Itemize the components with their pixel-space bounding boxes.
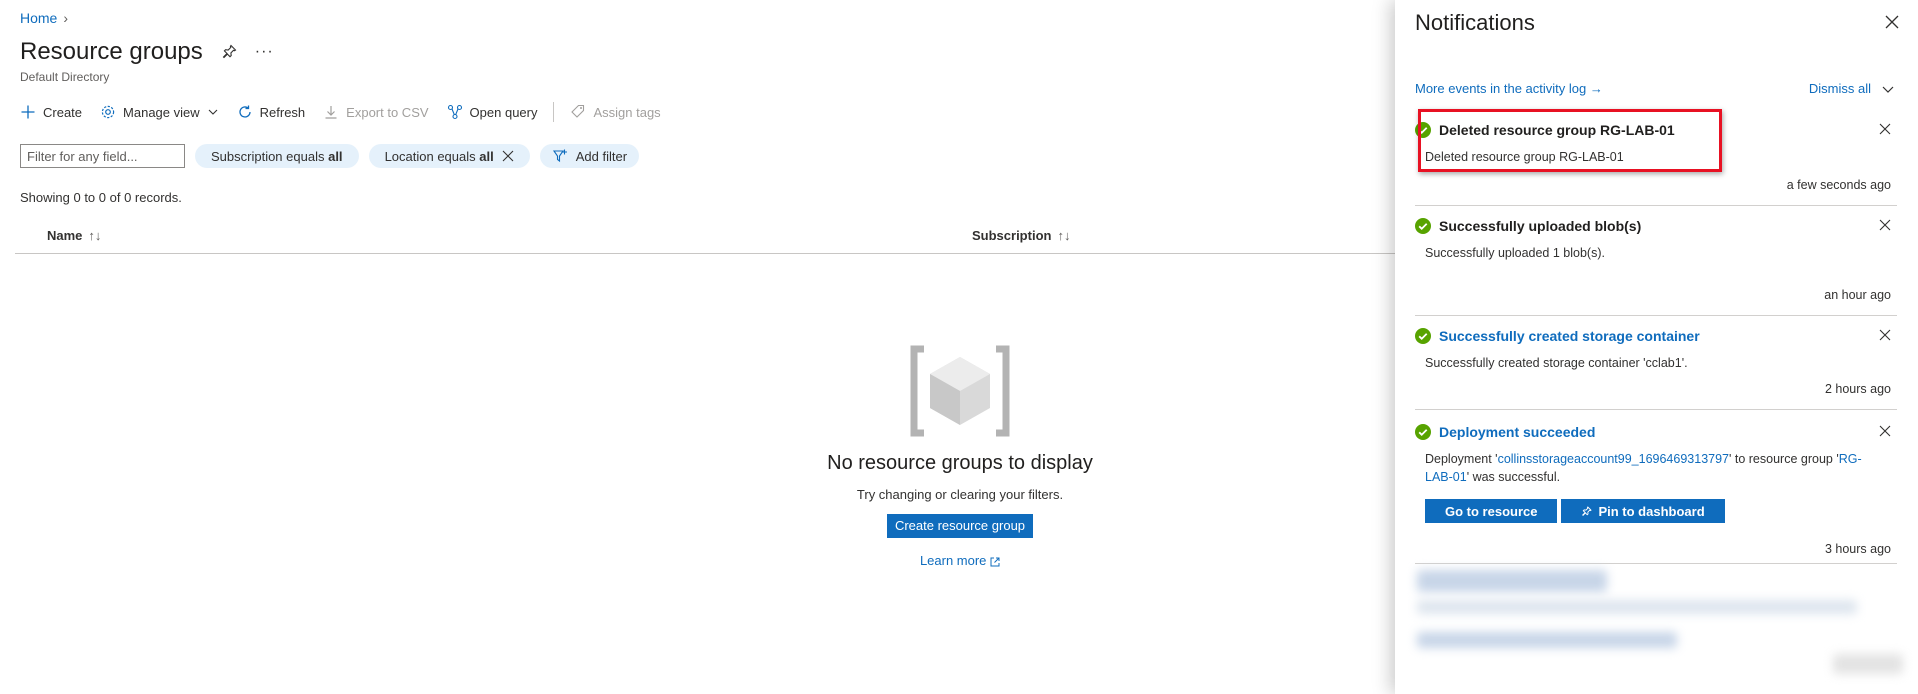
gear-icon xyxy=(101,105,115,119)
pin-icon xyxy=(1582,505,1593,516)
page-subtitle: Default Directory xyxy=(20,70,110,84)
close-icon[interactable] xyxy=(1885,15,1899,29)
records-count: Showing 0 to 0 of 0 records. xyxy=(20,190,182,205)
assign-tags-button[interactable]: Assign tags xyxy=(570,104,661,120)
learn-more-link[interactable]: Learn more xyxy=(760,553,1160,568)
success-check-icon xyxy=(1415,218,1431,234)
create-label: Create xyxy=(43,104,83,120)
breadcrumb-separator: › xyxy=(63,10,69,26)
manage-view-button[interactable]: Manage view xyxy=(100,104,219,120)
page-title: Resource groups xyxy=(20,38,203,65)
more-options-icon[interactable]: ··· xyxy=(255,43,274,61)
subscription-filter-label: Subscription equals all xyxy=(211,148,343,164)
go-to-resource-button[interactable]: Go to resource xyxy=(1425,499,1558,523)
chevron-down-icon xyxy=(208,109,218,115)
deployment-link[interactable]: collinsstorageaccount99_1696469313797 xyxy=(1498,452,1729,466)
close-icon[interactable] xyxy=(1879,123,1891,135)
success-check-icon xyxy=(1415,122,1431,138)
notification-item: Deployment succeeded Deployment 'collins… xyxy=(1415,424,1897,564)
export-csv-button[interactable]: Export to CSV xyxy=(323,104,429,120)
external-link-icon xyxy=(990,557,1000,567)
open-query-button[interactable]: Open query xyxy=(447,104,538,120)
notification-time: 3 hours ago xyxy=(1824,542,1891,556)
notification-item: Deleted resource group RG-LAB-01 Deleted… xyxy=(1415,122,1897,206)
notification-description: Successfully uploaded 1 blob(s). xyxy=(1425,246,1605,260)
activity-log-link[interactable]: More events in the activity log → xyxy=(1415,81,1603,96)
download-icon xyxy=(325,106,337,119)
notifications-title: Notifications xyxy=(1415,10,1535,35)
notification-title[interactable]: Deployment succeeded xyxy=(1415,424,1595,440)
empty-state-title: No resource groups to display xyxy=(827,452,1093,474)
chevron-down-icon xyxy=(1882,86,1894,93)
notification-item: Successfully uploaded blob(s) Successful… xyxy=(1415,218,1897,316)
dismiss-all-button[interactable]: Dismiss all xyxy=(1809,81,1895,96)
notification-title: Successfully uploaded blob(s) xyxy=(1415,218,1641,234)
sort-icon: ↑↓ xyxy=(1057,228,1071,243)
tag-icon xyxy=(571,104,585,118)
success-check-icon xyxy=(1415,328,1431,344)
column-name-label: Name xyxy=(47,228,83,243)
location-filter-pill[interactable]: Location equals all xyxy=(368,144,530,168)
assign-tags-label: Assign tags xyxy=(593,104,661,120)
resource-groups-page: Home › Resource groups ··· Default Direc… xyxy=(0,0,1400,694)
empty-state: No resource groups to display Try changi… xyxy=(760,345,1160,568)
pin-icon[interactable] xyxy=(221,43,237,61)
notification-actions: Go to resource Pin to dashboard xyxy=(1425,499,1725,523)
add-filter-label: Add filter xyxy=(575,148,628,164)
manage-view-label: Manage view xyxy=(123,104,200,120)
command-bar: Create Manage view Refresh Export to CSV… xyxy=(20,100,679,124)
notification-time: a few seconds ago xyxy=(1786,178,1891,192)
notification-description: Deployment 'collinsstorageaccount99_1696… xyxy=(1425,452,1862,484)
notification-title: Deleted resource group RG-LAB-01 xyxy=(1415,122,1675,138)
column-header-name[interactable]: Name ↑↓ xyxy=(47,228,101,243)
breadcrumb: Home › xyxy=(20,10,68,26)
create-resource-group-button[interactable]: Create resource group xyxy=(886,514,1034,538)
table-header: Name ↑↓ Subscription ↑↓ xyxy=(15,220,1400,254)
notification-description: Successfully created storage container '… xyxy=(1425,356,1688,370)
subscription-filter-pill[interactable]: Subscription equals all xyxy=(195,144,359,168)
filter-input[interactable] xyxy=(20,144,185,168)
breadcrumb-home-link[interactable]: Home xyxy=(20,10,57,26)
refresh-label: Refresh xyxy=(259,104,306,120)
close-icon[interactable] xyxy=(1879,329,1891,341)
pin-to-dashboard-button[interactable]: Pin to dashboard xyxy=(1561,499,1725,523)
add-filter-button[interactable]: Add filter xyxy=(539,144,640,168)
close-icon[interactable] xyxy=(1879,425,1891,437)
title-row: Resource groups ··· xyxy=(20,38,274,66)
close-icon[interactable] xyxy=(502,150,514,162)
export-csv-label: Export to CSV xyxy=(346,104,429,120)
notifications-panel: Notifications More events in the activit… xyxy=(1395,0,1918,694)
refresh-button[interactable]: Refresh xyxy=(237,104,306,120)
toolbar-divider xyxy=(553,102,555,122)
location-filter-label: Location equals all xyxy=(384,148,494,164)
plus-icon xyxy=(21,105,35,119)
filter-row: Subscription equals all Location equals … xyxy=(20,144,640,168)
notifications-links: More events in the activity log → Dismis… xyxy=(1415,81,1895,96)
close-icon[interactable] xyxy=(1879,219,1891,231)
column-subscription-label: Subscription xyxy=(972,228,1052,243)
success-check-icon xyxy=(1415,424,1431,440)
notification-time: 2 hours ago xyxy=(1824,382,1891,396)
add-filter-icon xyxy=(552,149,567,163)
resource-group-cube-icon xyxy=(910,345,1010,437)
redacted-notification xyxy=(1413,566,1903,686)
empty-state-subtitle: Try changing or clearing your filters. xyxy=(856,487,1064,502)
sort-asc-icon: ↑↓ xyxy=(88,228,102,243)
open-query-label: Open query xyxy=(469,104,538,120)
column-header-subscription[interactable]: Subscription ↑↓ xyxy=(972,228,1070,243)
notification-description: Deleted resource group RG-LAB-01 xyxy=(1425,150,1624,164)
create-button[interactable]: Create xyxy=(20,104,82,120)
notification-time: an hour ago xyxy=(1824,288,1891,302)
notification-item: Successfully created storage container S… xyxy=(1415,328,1897,410)
refresh-icon xyxy=(239,105,251,118)
notification-title[interactable]: Successfully created storage container xyxy=(1415,328,1700,344)
query-icon xyxy=(447,104,462,120)
